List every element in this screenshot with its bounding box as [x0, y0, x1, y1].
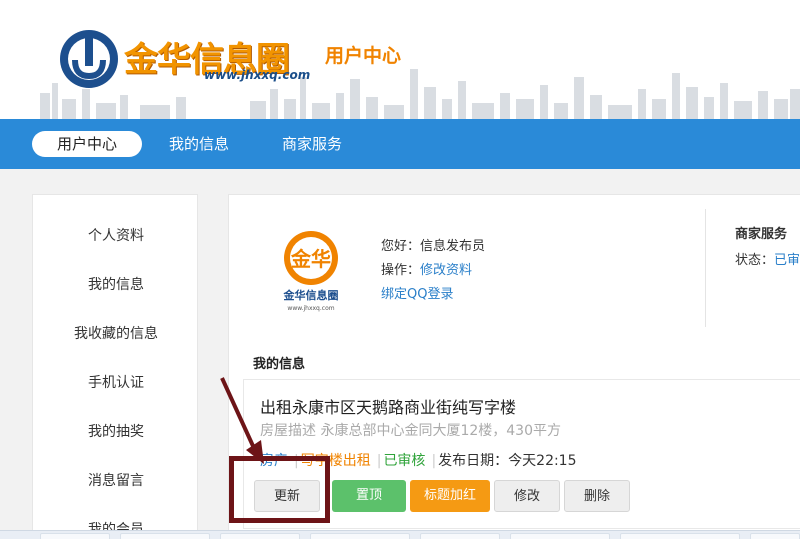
nav-item-my-info[interactable]: 我的信息: [155, 131, 243, 157]
highlight-title-button[interactable]: 标题加红: [410, 480, 490, 512]
operation-label: 操作：: [381, 263, 421, 278]
avatar-url: www.jhxxq.com: [287, 305, 334, 312]
page: 金华信息圈 www.jhxxq.com 用户中心 用户中心 我的信息 商家服务 …: [0, 0, 800, 539]
greeting: 您好：信息发布员: [381, 239, 486, 254]
annotation-highlight-box: [229, 456, 330, 523]
bottom-strip: [0, 530, 800, 539]
business-service-panel: 商家服务 状态：已审: [735, 223, 800, 268]
listing-description: 房屋描述 永康总部中心金同大厦12楼，430平方: [260, 423, 561, 439]
logo-circle-icon: [60, 30, 118, 88]
edit-button[interactable]: 修改: [494, 480, 560, 512]
avatar: 金华 金华信息圈 www.jhxxq.com: [263, 220, 359, 316]
avatar-caption: 金华信息圈: [283, 288, 339, 302]
page-title: 用户中心: [325, 45, 402, 67]
delete-button[interactable]: 删除: [564, 480, 630, 512]
sidebar-item-phone-verify[interactable]: 手机认证: [33, 372, 199, 392]
sidebar-item-favorites[interactable]: 我收藏的信息: [33, 323, 199, 343]
sidebar-item-my-info[interactable]: 我的信息: [33, 274, 199, 294]
sidebar-item-profile[interactable]: 个人资料: [33, 225, 199, 245]
my-info-section-title: 我的信息: [253, 357, 306, 372]
business-status-value: 已审: [774, 253, 800, 268]
bind-qq-link[interactable]: 绑定QQ登录: [381, 283, 485, 307]
divider: [705, 209, 706, 327]
sidebar-item-lottery[interactable]: 我的抽奖: [33, 421, 199, 441]
sidebar: 个人资料 我的信息 我收藏的信息 手机认证 我的抽奖 消息留言 我的会员: [32, 194, 198, 539]
listing-date: 发布日期：今天22:15: [438, 453, 577, 469]
listing-title[interactable]: 出租永康市区天鹅路商业街纯写字楼: [260, 394, 516, 418]
site-logo[interactable]: 金华信息圈 www.jhxxq.com: [58, 28, 311, 88]
profile-info: 您好：信息发布员 操作：修改资料 绑定QQ登录: [381, 235, 485, 307]
pin-top-button[interactable]: 置顶: [332, 480, 406, 512]
main-nav: 用户中心 我的信息 商家服务: [0, 119, 800, 169]
nav-item-user-center[interactable]: 用户中心: [32, 131, 142, 157]
logo-url: www.jhxxq.com: [204, 68, 311, 82]
sidebar-item-messages[interactable]: 消息留言: [33, 470, 199, 490]
site-header: 金华信息圈 www.jhxxq.com 用户中心: [0, 0, 800, 119]
business-status-label: 状态：: [735, 253, 775, 268]
business-service-title: 商家服务: [735, 227, 788, 242]
edit-profile-link[interactable]: 修改资料: [420, 263, 472, 278]
avatar-text: 金华: [290, 247, 331, 271]
listing-status-badge: 已审核: [383, 453, 426, 469]
nav-item-business-service[interactable]: 商家服务: [268, 131, 356, 157]
